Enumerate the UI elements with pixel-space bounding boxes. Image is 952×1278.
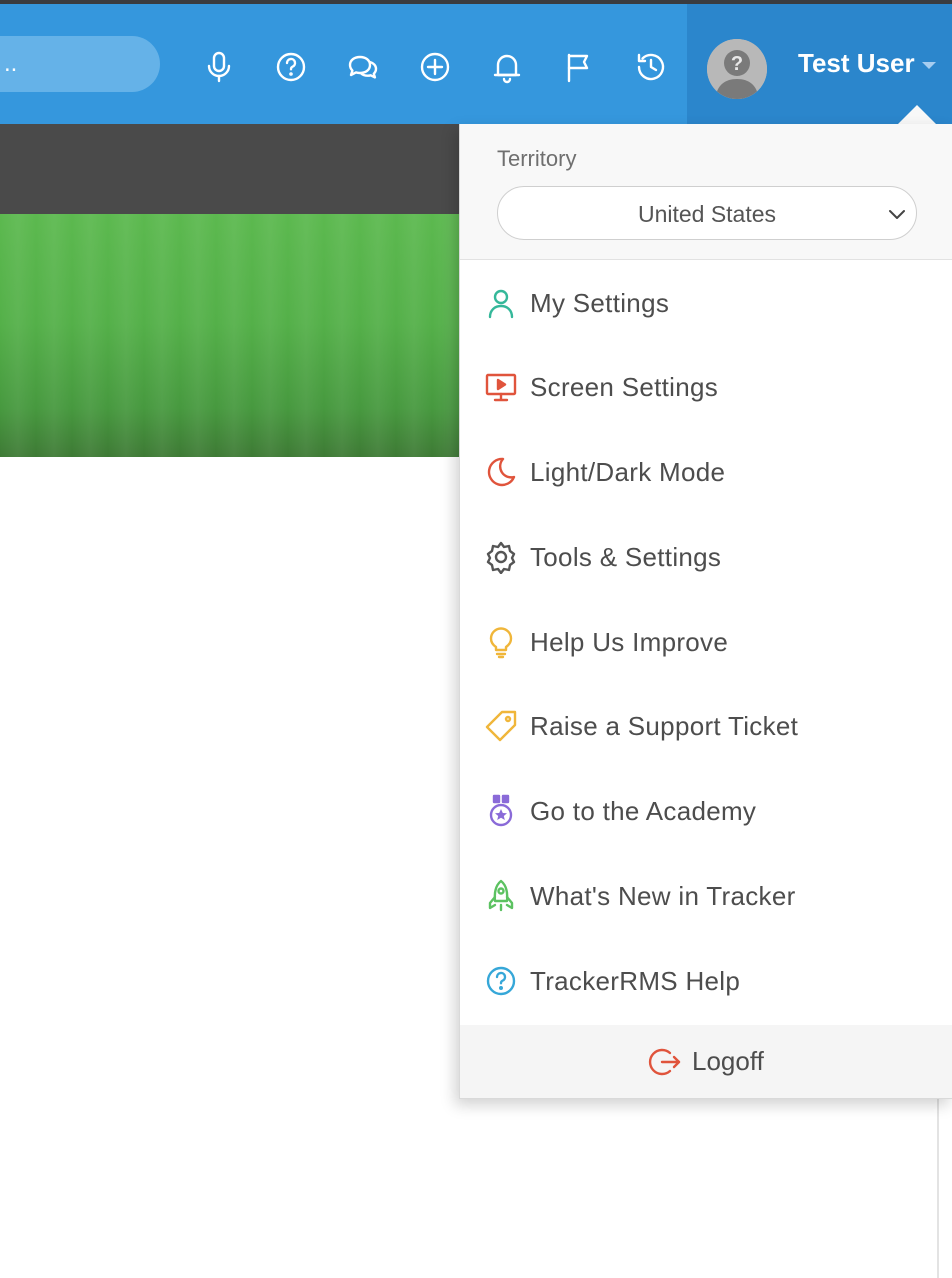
menu-item-whats-new[interactable]: What's New in Tracker xyxy=(460,853,952,937)
user-icon xyxy=(484,286,518,320)
menu-item-label: Tools & Settings xyxy=(530,542,722,572)
menu-item-help-us-improve[interactable]: Help Us Improve xyxy=(460,599,952,683)
avatar[interactable]: ? xyxy=(707,39,767,99)
menu-item-label: Light/Dark Mode xyxy=(530,457,726,487)
dropdown-pointer xyxy=(898,105,936,124)
history-icon[interactable] xyxy=(634,50,668,84)
menu-item-label: TrackerRMS Help xyxy=(530,966,741,996)
menu-item-label: Help Us Improve xyxy=(530,627,729,657)
user-dropdown-menu: Territory United States My Settings Scre… xyxy=(459,124,952,1099)
menu-item-label: What's New in Tracker xyxy=(530,881,796,911)
chevron-down-icon[interactable] xyxy=(922,62,936,69)
chevron-down-icon xyxy=(889,210,905,219)
chat-bubbles-icon[interactable] xyxy=(346,50,380,84)
logout-icon xyxy=(648,1048,681,1076)
menu-item-trackerrms-help[interactable]: TrackerRMS Help xyxy=(460,938,952,1022)
top-navigation-bar: .. ? Test User xyxy=(0,4,952,124)
menu-item-label: Go to the Academy xyxy=(530,796,757,826)
menu-item-go-to-academy[interactable]: Go to the Academy xyxy=(460,768,952,852)
menu-item-label: Raise a Support Ticket xyxy=(530,711,799,741)
menu-item-raise-support-ticket[interactable]: Raise a Support Ticket xyxy=(460,683,952,767)
menu-item-label: My Settings xyxy=(530,288,670,318)
territory-select[interactable]: United States xyxy=(497,186,917,240)
menu-item-label: Screen Settings xyxy=(530,372,719,402)
logoff-label: Logoff xyxy=(692,1046,764,1076)
bell-icon[interactable] xyxy=(490,50,524,84)
svg-text:?: ? xyxy=(731,53,743,75)
monitor-play-icon xyxy=(484,370,518,404)
menu-item-screen-settings[interactable]: Screen Settings xyxy=(460,344,952,428)
menu-item-light-dark-mode[interactable]: Light/Dark Mode xyxy=(460,429,952,513)
tag-icon xyxy=(484,709,518,743)
menu-item-my-settings[interactable]: My Settings xyxy=(460,260,952,344)
territory-value: United States xyxy=(637,201,777,227)
hero-texture xyxy=(0,214,460,457)
search-input[interactable]: .. xyxy=(0,36,160,92)
gear-icon xyxy=(484,540,518,574)
user-name[interactable]: Test User xyxy=(798,48,915,79)
page-header-band xyxy=(0,124,460,214)
add-circle-icon[interactable] xyxy=(418,50,452,84)
territory-label: Territory xyxy=(497,146,577,171)
territory-section: Territory United States xyxy=(460,124,952,260)
help-circle-icon xyxy=(484,964,518,998)
moon-icon xyxy=(484,455,518,489)
logoff-button[interactable]: Logoff xyxy=(460,1025,952,1098)
hero-banner xyxy=(0,214,460,457)
lightbulb-icon xyxy=(484,625,518,659)
microphone-icon[interactable] xyxy=(202,50,236,84)
search-placeholder: .. xyxy=(4,50,18,77)
scrollbar[interactable] xyxy=(937,1098,939,1278)
help-circle-icon[interactable] xyxy=(274,50,308,84)
medal-icon xyxy=(484,794,518,828)
rocket-icon xyxy=(484,879,518,913)
flag-icon[interactable] xyxy=(562,50,596,84)
menu-item-tools-settings[interactable]: Tools & Settings xyxy=(460,514,952,598)
